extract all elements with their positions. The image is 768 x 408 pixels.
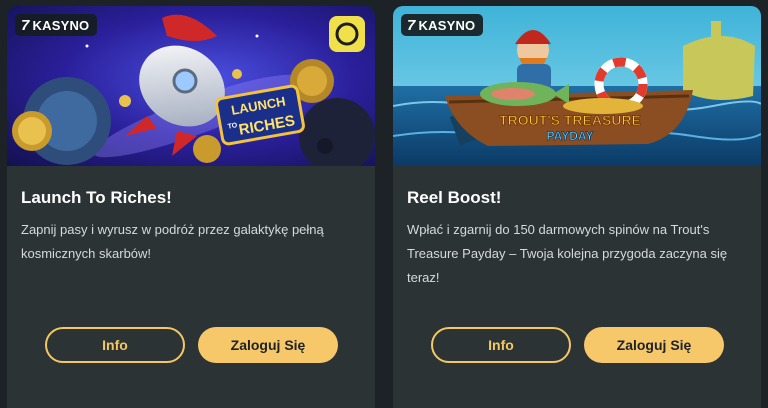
badge-label: KASYNO [32, 17, 90, 33]
banner-logo-line2: PAYDAY [547, 129, 594, 143]
login-button[interactable]: Zaloguj Się [584, 327, 724, 363]
brand-seven-icon: 7 [21, 16, 30, 34]
promo-description: Zapnij pasy i wyrusz w podróż przez gala… [21, 222, 324, 261]
promo-banner-image[interactable]: LAUNCH TO RICHES 7 KASYNO [7, 6, 375, 166]
kasyno-badge: 7 KASYNO [15, 14, 98, 36]
promo-card-reel-boost: TROUT'S TREASURE PAYDAY 7 KASYNO Reel Bo… [393, 6, 761, 408]
info-button[interactable]: Info [45, 327, 185, 363]
banner-logo-line1: TROUT'S TREASURE [499, 112, 641, 128]
promo-title: Launch To Riches! [21, 188, 172, 207]
kasyno-badge: 7 KASYNO [401, 14, 484, 36]
promo-title: Reel Boost! [407, 188, 502, 207]
login-button[interactable]: Zaloguj Się [198, 327, 338, 363]
brand-seven-icon: 7 [407, 16, 416, 34]
promo-banner-image[interactable]: TROUT'S TREASURE PAYDAY 7 KASYNO [393, 6, 761, 166]
badge-label: KASYNO [418, 17, 476, 33]
info-button[interactable]: Info [431, 327, 571, 363]
promo-card-launch-to-riches: LAUNCH TO RICHES 7 KASYNO Launch To Rich… [7, 6, 375, 408]
promo-description: Wpłać i zgarnij do 150 darmowych spinów … [407, 222, 728, 285]
